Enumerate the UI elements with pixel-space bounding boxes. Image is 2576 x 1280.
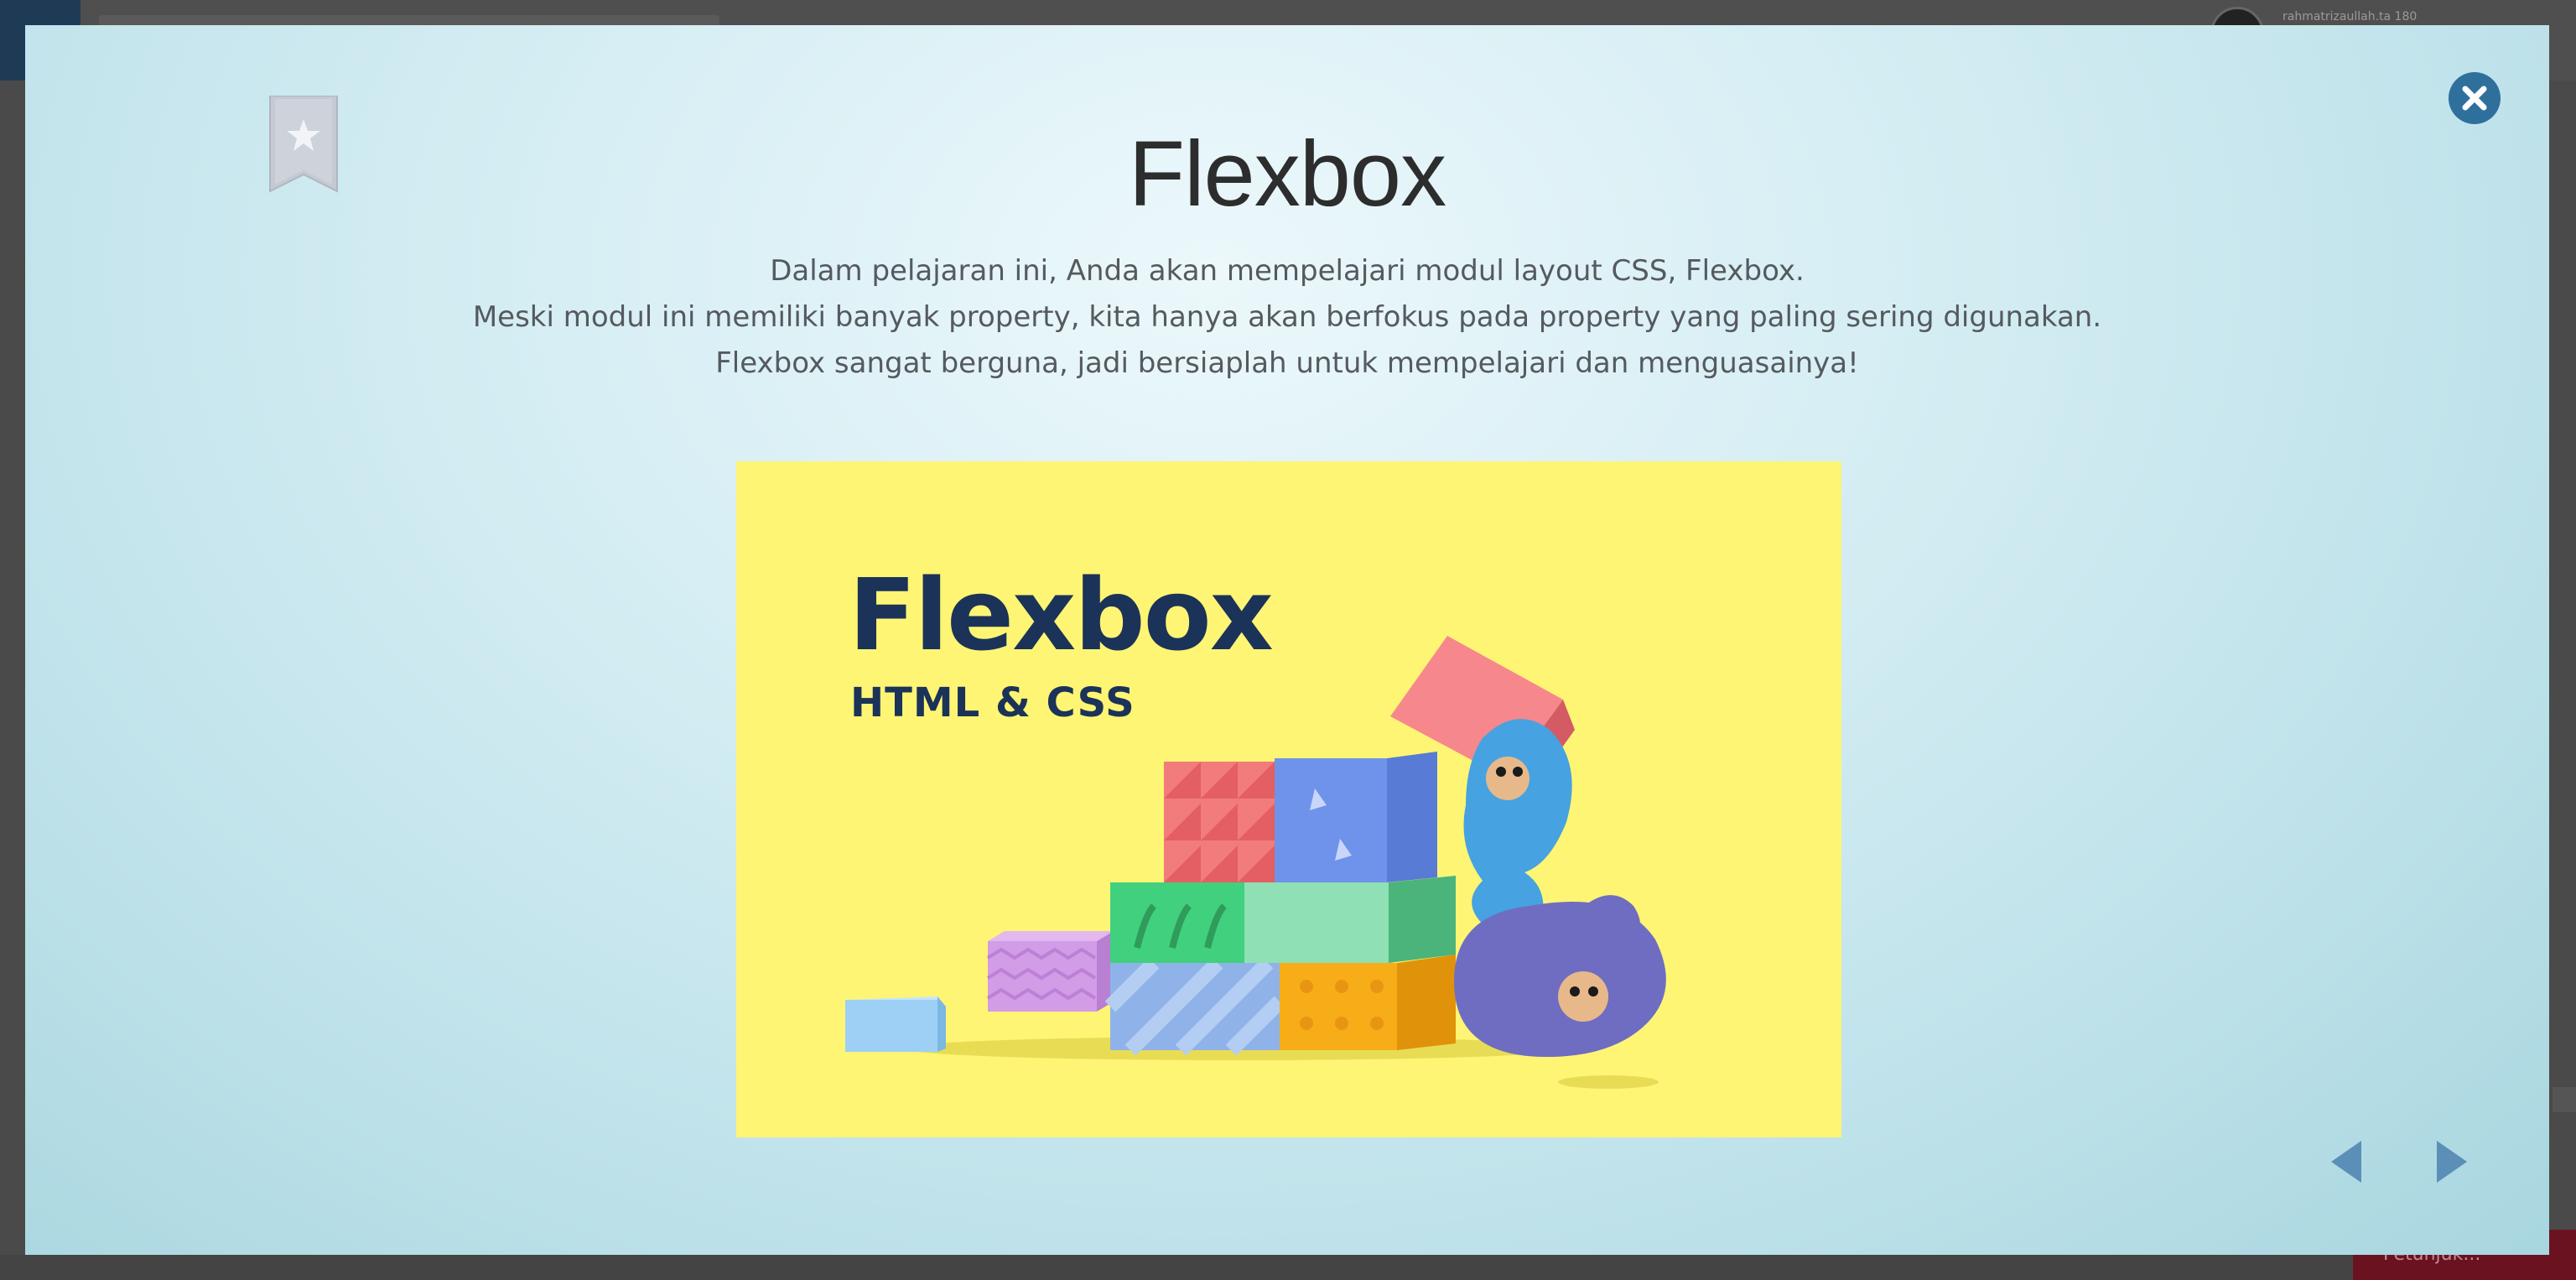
mint-block [1244, 876, 1456, 963]
lesson-description: Dalam pelajaran ini, Anda akan mempelaja… [25, 248, 2549, 387]
lesson-hero-image: Flexbox HTML & CSS [736, 461, 1841, 1137]
app-bottom-bar [0, 1255, 2576, 1280]
green-block [1110, 882, 1244, 963]
scrollbar-thumb[interactable] [2553, 1087, 2576, 1112]
blue-block [1275, 752, 1437, 882]
hero-subtitle: HTML & CSS [850, 679, 1135, 726]
triangle-right-icon [2437, 1141, 2467, 1183]
orange-block [1280, 955, 1456, 1050]
lesson-intro-modal: Flexbox Dalam pelajaran ini, Anda akan m… [25, 25, 2549, 1255]
hero-title: Flexbox [849, 557, 1274, 673]
triangle-left-icon [2331, 1141, 2361, 1183]
username-label: rahmatrizaullah.ta 180 [2283, 10, 2418, 23]
description-line: Meski modul ini memiliki banyak property… [472, 300, 2102, 334]
page-title: Flexbox [1128, 122, 1446, 226]
purple-ninja [1454, 895, 1666, 1089]
small-blue-cube [845, 996, 946, 1052]
description-line: Flexbox sangat berguna, jadi bersiaplah … [715, 346, 1859, 380]
next-button[interactable] [2425, 1136, 2475, 1188]
red-block [1164, 762, 1275, 882]
striped-block [1104, 957, 1285, 1056]
purple-block [986, 931, 1114, 1012]
description-line: Dalam pelajaran ini, Anda akan mempelaja… [770, 254, 1805, 288]
previous-button[interactable] [2323, 1136, 2373, 1188]
